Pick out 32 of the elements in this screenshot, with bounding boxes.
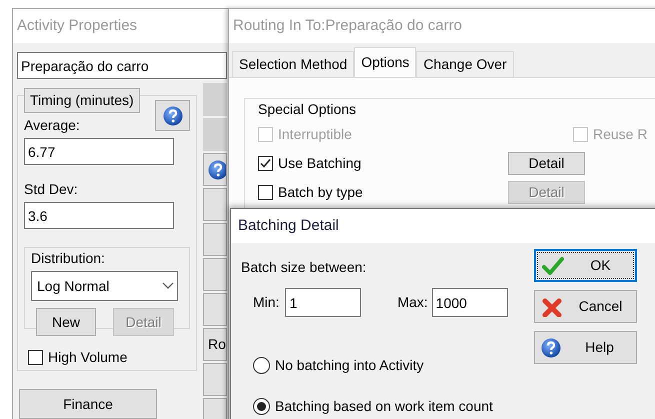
button[interactable]: New: [36, 308, 96, 336]
dialog-button[interactable]: OK: [534, 249, 637, 282]
checkbox-label: Use Batching: [278, 154, 362, 173]
dropdown[interactable]: Log Normal: [31, 271, 178, 301]
tab[interactable]: Options: [354, 47, 416, 77]
finance-button[interactable]: Finance: [19, 389, 157, 419]
field-label: Batch size between:: [241, 258, 368, 277]
dialog-button[interactable]: Cancel: [534, 290, 637, 323]
detail-button[interactable]: Detail: [508, 152, 585, 175]
dialog-button[interactable]: Help: [534, 331, 637, 364]
tab[interactable]: Change Over: [416, 51, 514, 77]
radio-label: No batching into Activity: [275, 356, 424, 375]
window-title: Routing In To:Preparação do carro: [233, 16, 462, 36]
window-title: Activity Properties: [17, 16, 138, 36]
checkbox-label: Batch by type: [278, 183, 363, 202]
field-label: Average:: [24, 116, 80, 135]
tab[interactable]: Selection Method: [232, 51, 354, 77]
group-title: Timing (minutes): [24, 88, 140, 113]
checkbox-label: Interruptible: [278, 125, 352, 144]
field-label: Min:: [253, 293, 280, 312]
name-field[interactable]: Preparação do carro: [17, 52, 227, 79]
window-title: Batching Detail: [238, 216, 339, 236]
field-label: Max:: [397, 293, 428, 312]
min-field[interactable]: 1: [285, 288, 362, 317]
std-dev-field[interactable]: 3.6: [24, 202, 174, 229]
checkbox-label: Reuse R: [593, 125, 648, 144]
average-field[interactable]: 6.77: [24, 138, 174, 165]
radio-label: Batching based on work item count: [275, 397, 493, 416]
side-button[interactable]: Ro: [203, 328, 227, 361]
field-label: Std Dev:: [24, 180, 79, 199]
checkbox-label: High Volume: [48, 348, 128, 367]
max-field[interactable]: 1000: [432, 288, 508, 317]
